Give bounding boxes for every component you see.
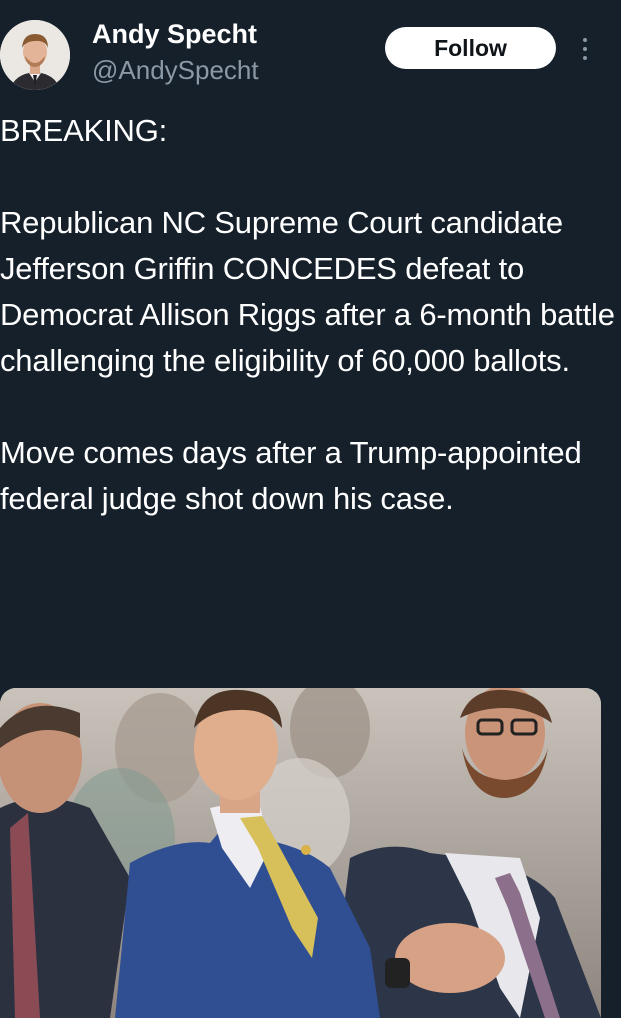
avatar[interactable] (0, 20, 70, 90)
vertical-ellipsis-icon[interactable] (576, 36, 594, 62)
tweet-paragraph-main: Republican NC Supreme Court candidate Je… (0, 205, 615, 378)
follow-button[interactable]: Follow (385, 27, 556, 69)
tweet-photo[interactable] (0, 688, 601, 1018)
courtroom-photo-image (0, 688, 601, 1018)
tweet-paragraph-followup: Move comes days after a Trump-appointed … (0, 435, 590, 516)
tweet-text: BREAKING: Republican NC Supreme Court ca… (0, 108, 618, 522)
tweet-header: Andy Specht @AndySpecht Follow (0, 0, 621, 100)
person-portrait-icon (0, 20, 70, 90)
author-handle[interactable]: @AndySpecht (92, 54, 259, 86)
author-display-name[interactable]: Andy Specht (92, 18, 257, 50)
tweet-paragraph-breaking: BREAKING: (0, 113, 168, 148)
